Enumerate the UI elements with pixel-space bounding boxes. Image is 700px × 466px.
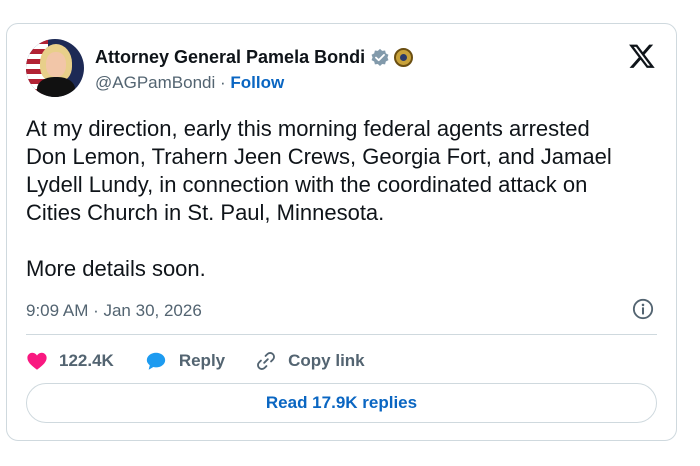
- divider: [26, 334, 657, 335]
- follow-button[interactable]: Follow: [230, 73, 284, 92]
- like-button[interactable]: 122.4K: [26, 350, 114, 372]
- action-bar: 122.4K Reply Copy link: [26, 346, 395, 376]
- author-handle[interactable]: @AGPamBondi: [95, 73, 215, 92]
- read-replies-label: Read 17.9K replies: [265, 393, 418, 412]
- x-logo-icon[interactable]: [628, 42, 656, 70]
- read-replies-button[interactable]: Read 17.9K replies: [26, 383, 657, 423]
- author-name[interactable]: Attorney General Pamela Bondi: [95, 47, 365, 68]
- info-icon[interactable]: [632, 298, 654, 320]
- government-seal-icon: [394, 48, 414, 67]
- tweet-card: Attorney General Pamela Bondi @AGPamBond…: [6, 23, 677, 441]
- tweet-text: At my direction, early this morning fede…: [26, 116, 612, 281]
- author-name-row[interactable]: Attorney General Pamela Bondi: [95, 47, 414, 68]
- avatar[interactable]: [26, 39, 84, 97]
- verified-badge-icon: [371, 48, 389, 66]
- like-count: 122.4K: [59, 351, 114, 370]
- copy-link-label: Copy link: [288, 351, 365, 370]
- copy-link-button[interactable]: Copy link: [255, 350, 365, 372]
- handle-row: @AGPamBondi · Follow: [95, 73, 284, 93]
- heart-icon: [27, 352, 47, 370]
- tweet-timestamp[interactable]: 9:09 AM · Jan 30, 2026: [26, 301, 202, 321]
- reply-label: Reply: [178, 351, 226, 370]
- separator: ·: [220, 73, 226, 92]
- speech-bubble-icon: [146, 352, 165, 370]
- link-icon: [257, 352, 276, 370]
- reply-button[interactable]: Reply: [144, 350, 225, 372]
